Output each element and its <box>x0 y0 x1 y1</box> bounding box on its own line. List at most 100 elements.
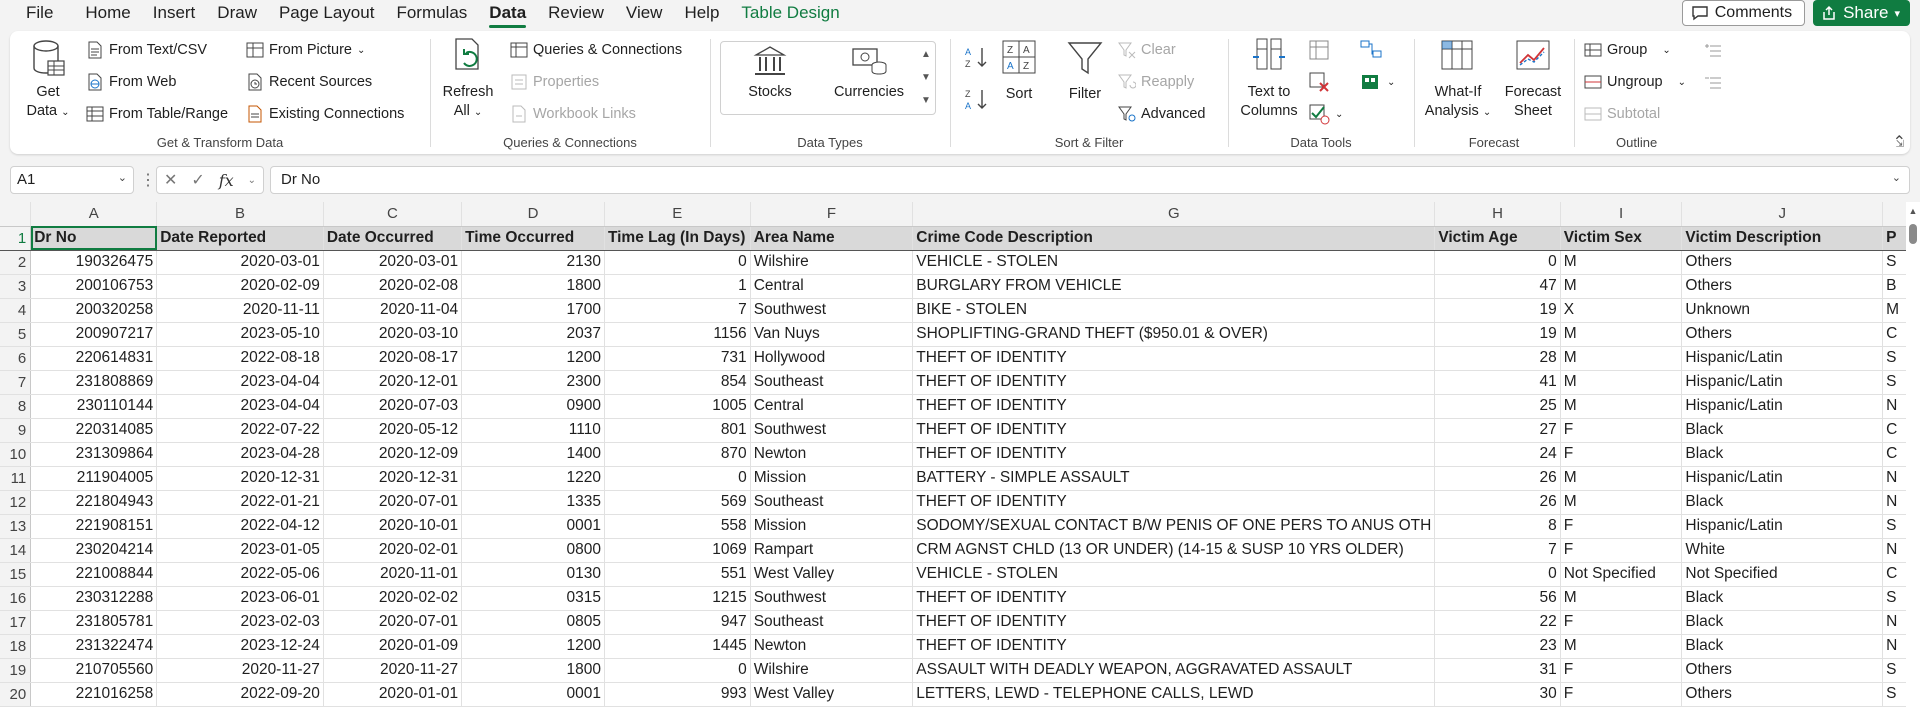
row-header[interactable]: 16 <box>0 586 32 611</box>
table-cell[interactable]: Others <box>1681 250 1884 275</box>
column-header-j[interactable]: J <box>1681 202 1884 227</box>
scroll-up-icon[interactable]: ▲ <box>1906 206 1920 216</box>
column-header-b[interactable]: B <box>156 202 324 227</box>
table-cell[interactable]: CRM AGNST CHLD (13 OR UNDER) (14-15 & SU… <box>912 538 1436 563</box>
forecast-sheet-button[interactable]: Forecast Sheet <box>1498 37 1568 121</box>
table-cell[interactable]: 1200 <box>461 634 605 659</box>
table-cell[interactable]: 0 <box>1434 562 1561 587</box>
table-cell[interactable]: 2020-11-04 <box>323 298 463 323</box>
table-cell[interactable]: 2037 <box>461 322 605 347</box>
table-cell[interactable]: 2020-12-31 <box>156 466 324 491</box>
table-cell[interactable]: 211904005 <box>30 466 158 491</box>
table-cell[interactable]: M <box>1560 394 1683 419</box>
table-cell[interactable]: Hispanic/Latin <box>1681 466 1884 491</box>
menu-insert[interactable]: Insert <box>142 0 207 28</box>
table-cell[interactable]: 1200 <box>461 346 605 371</box>
table-cell[interactable]: Southwest <box>750 298 914 323</box>
row-header[interactable]: 5 <box>0 322 32 347</box>
clear-button[interactable]: Clear <box>1118 41 1176 59</box>
table-header-cell[interactable]: Date Occurred <box>323 225 463 251</box>
table-cell[interactable]: M <box>1560 346 1683 371</box>
table-cell[interactable]: Rampart <box>750 538 914 563</box>
table-cell[interactable]: 26 <box>1434 490 1561 515</box>
table-cell[interactable]: 231805781 <box>30 610 158 635</box>
table-cell[interactable]: 1220 <box>461 466 605 491</box>
row-header[interactable]: 10 <box>0 442 32 467</box>
table-cell[interactable]: Mission <box>750 466 914 491</box>
table-cell[interactable]: THEFT OF IDENTITY <box>912 610 1436 635</box>
table-cell[interactable]: 1400 <box>461 442 605 467</box>
table-cell[interactable]: Central <box>750 274 914 299</box>
row-header[interactable]: 8 <box>0 394 32 419</box>
table-cell[interactable]: 1445 <box>604 634 751 659</box>
column-header-f[interactable]: F <box>750 202 914 227</box>
table-header-cell[interactable]: Victim Sex <box>1560 225 1683 251</box>
table-cell[interactable]: THEFT OF IDENTITY <box>912 490 1436 515</box>
table-cell[interactable]: 1110 <box>461 418 605 443</box>
table-cell[interactable]: F <box>1560 514 1683 539</box>
column-header-a[interactable]: A <box>30 202 158 227</box>
table-cell[interactable]: 1700 <box>461 298 605 323</box>
table-cell[interactable]: M <box>1560 370 1683 395</box>
table-cell[interactable]: 30 <box>1434 682 1561 707</box>
table-cell[interactable]: THEFT OF IDENTITY <box>912 370 1436 395</box>
from-table-range-button[interactable]: From Table/Range <box>86 105 228 123</box>
table-cell[interactable]: 2020-03-10 <box>323 322 463 347</box>
table-cell[interactable]: 801 <box>604 418 751 443</box>
table-cell[interactable]: Black <box>1681 610 1884 635</box>
table-cell[interactable]: 2023-06-01 <box>156 586 324 611</box>
table-cell[interactable]: 2020-01-01 <box>323 682 463 707</box>
table-cell[interactable]: 26 <box>1434 466 1561 491</box>
table-cell[interactable]: Hispanic/Latin <box>1681 394 1884 419</box>
column-header-i[interactable]: I <box>1560 202 1683 227</box>
table-cell[interactable]: 2020-11-01 <box>323 562 463 587</box>
table-cell[interactable]: 2020-11-27 <box>156 658 324 683</box>
hide-detail-button[interactable] <box>1704 73 1722 91</box>
row-header[interactable]: 14 <box>0 538 32 563</box>
table-cell[interactable]: 31 <box>1434 658 1561 683</box>
table-cell[interactable]: 0130 <box>461 562 605 587</box>
table-cell[interactable]: 854 <box>604 370 751 395</box>
table-cell[interactable]: 231322474 <box>30 634 158 659</box>
table-cell[interactable]: 28 <box>1434 346 1561 371</box>
table-cell[interactable]: Newton <box>750 442 914 467</box>
table-cell[interactable]: 2022-07-22 <box>156 418 324 443</box>
insert-function-icon[interactable]: fx <box>219 171 234 190</box>
table-cell[interactable]: 569 <box>604 490 751 515</box>
table-cell[interactable]: BATTERY - SIMPLE ASSAULT <box>912 466 1436 491</box>
table-cell[interactable]: 2023-02-03 <box>156 610 324 635</box>
expand-formula-icon[interactable]: ⌄ <box>1892 171 1901 184</box>
menu-draw[interactable]: Draw <box>206 0 268 28</box>
table-cell[interactable]: White <box>1681 538 1884 563</box>
table-cell[interactable]: 0315 <box>461 586 605 611</box>
table-cell[interactable]: 231808869 <box>30 370 158 395</box>
table-cell[interactable]: 2020-05-12 <box>323 418 463 443</box>
recent-sources-button[interactable]: Recent Sources <box>246 73 372 91</box>
table-cell[interactable]: Others <box>1681 322 1884 347</box>
properties-button[interactable]: Properties <box>510 73 599 91</box>
menu-view[interactable]: View <box>615 0 674 28</box>
row-header[interactable]: 9 <box>0 418 32 443</box>
row-header[interactable]: 19 <box>0 658 32 683</box>
table-cell[interactable]: 2020-02-02 <box>323 586 463 611</box>
table-cell[interactable]: Mission <box>750 514 914 539</box>
cancel-icon[interactable]: ✕ <box>164 170 177 190</box>
table-cell[interactable]: 221804943 <box>30 490 158 515</box>
table-cell[interactable]: 1 <box>604 274 751 299</box>
select-all-corner[interactable] <box>0 202 32 227</box>
table-cell[interactable]: THEFT OF IDENTITY <box>912 442 1436 467</box>
row-header[interactable]: 1 <box>0 225 32 251</box>
from-picture-button[interactable]: From Picture ⌄ <box>246 41 365 59</box>
table-cell[interactable]: 200320258 <box>30 298 158 323</box>
table-header-cell[interactable]: Area Name <box>750 225 914 251</box>
table-cell[interactable]: 2023-05-10 <box>156 322 324 347</box>
table-cell[interactable]: 7 <box>1434 538 1561 563</box>
table-cell[interactable]: 947 <box>604 610 751 635</box>
table-cell[interactable]: 2020-11-11 <box>156 298 324 323</box>
table-cell[interactable]: 2020-01-09 <box>323 634 463 659</box>
table-cell[interactable]: Van Nuys <box>750 322 914 347</box>
row-header[interactable]: 20 <box>0 682 32 707</box>
table-cell[interactable]: SODOMY/SEXUAL CONTACT B/W PENIS OF ONE P… <box>912 514 1436 539</box>
table-cell[interactable]: Not Specified <box>1681 562 1884 587</box>
refresh-all-button[interactable]: Refresh All ⌄ <box>440 37 496 122</box>
